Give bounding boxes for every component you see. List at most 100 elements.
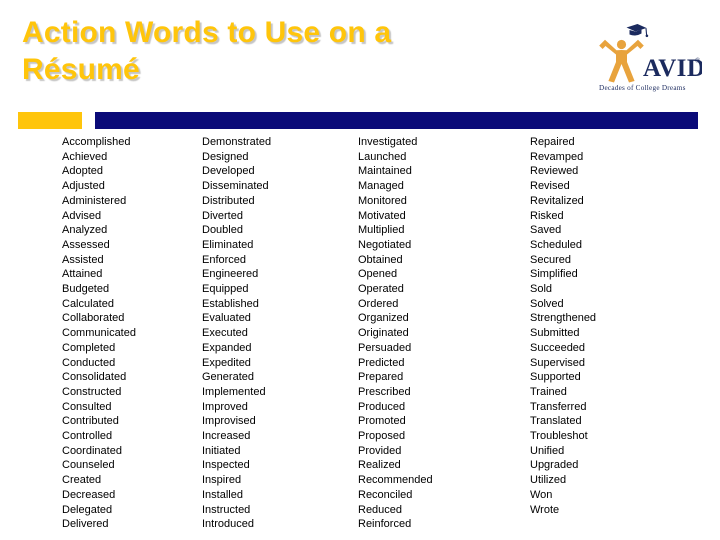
registered-mark: ®	[695, 57, 701, 65]
action-word: Scheduled	[530, 238, 582, 251]
action-word: Expanded	[202, 341, 252, 354]
action-word: Collaborated	[62, 312, 125, 325]
action-word: Engineered	[202, 268, 259, 281]
action-word: Delegated	[62, 503, 113, 516]
accent-bar-navy	[95, 112, 698, 129]
action-word: Advised	[62, 209, 102, 222]
word-column-2: Demonstrated Designed Developed Disseminate…	[202, 135, 358, 532]
action-word: Eliminated	[202, 238, 254, 251]
action-word: Doubled	[202, 224, 243, 237]
action-word: Expedited	[202, 356, 251, 369]
action-word: Inspected	[202, 459, 250, 472]
action-word: Recommended	[358, 474, 433, 487]
action-word: Demonstrated	[202, 136, 272, 148]
action-word: Consulted	[62, 400, 112, 413]
action-word: Instructed	[202, 503, 251, 516]
action-word: Introduced	[202, 518, 254, 531]
word-column-3: Investigated Launched Maintained Managed Mon…	[358, 135, 530, 532]
action-word: Realized	[358, 459, 401, 472]
action-word: Disseminated	[202, 180, 269, 193]
graduation-cap-icon	[626, 24, 649, 38]
person-figure-icon	[599, 39, 644, 83]
action-word: Delivered	[62, 518, 109, 531]
action-word: Analyzed	[62, 224, 108, 237]
action-word: Predicted	[358, 356, 405, 369]
action-word: Managed	[358, 180, 404, 193]
action-word: Organized	[358, 312, 409, 325]
action-word: Submitted	[530, 327, 580, 340]
action-word: Wrote	[530, 503, 560, 516]
action-word: Troubleshot	[530, 430, 588, 443]
action-word: Produced	[358, 400, 406, 413]
action-word: Coordinated	[62, 444, 122, 457]
action-word: Ordered	[358, 297, 399, 310]
action-word: Motivated	[358, 209, 406, 222]
action-word: Evaluated	[202, 312, 251, 325]
action-word: Supervised	[530, 356, 586, 369]
avid-logo: AVID ® Decades of College Dreams	[596, 20, 702, 96]
action-word: Revitalized	[530, 194, 584, 207]
action-word: Revamped	[530, 150, 584, 163]
action-word: Constructed	[62, 385, 122, 398]
action-word: Executed	[202, 327, 248, 340]
action-word: Initiated	[202, 444, 241, 457]
action-word: Developed	[202, 165, 255, 178]
action-word: Designed	[202, 150, 249, 163]
action-word: Revised	[530, 180, 570, 193]
action-word: Secured	[530, 253, 571, 266]
action-word: Reviewed	[530, 165, 579, 178]
word-column-4: Repaired Revamped Reviewed Revised Revitaliz…	[530, 135, 700, 517]
action-word: Improved	[202, 400, 248, 413]
action-word: Prescribed	[358, 385, 411, 398]
action-word: Contributed	[62, 415, 119, 428]
action-word: Installed	[202, 488, 243, 501]
action-word: Communicated	[62, 327, 136, 340]
action-word: Attained	[62, 268, 103, 281]
accent-bar-gold	[18, 112, 82, 129]
action-word: Enforced	[202, 253, 247, 266]
action-word: Counseled	[62, 459, 115, 472]
action-word: Generated	[202, 371, 254, 384]
action-word: Assessed	[62, 238, 110, 251]
action-word: Launched	[358, 150, 407, 163]
action-word: Succeeded	[530, 341, 586, 354]
slide-canvas: Action Words to Use on a Résumé AVID ® D…	[0, 0, 720, 540]
action-word: Assisted	[62, 253, 104, 266]
action-word: Completed	[62, 341, 116, 354]
action-word: Trained	[530, 385, 567, 398]
action-word: Repaired	[530, 136, 575, 148]
avid-tagline: Decades of College Dreams	[599, 84, 686, 92]
action-word: Maintained	[358, 165, 412, 178]
action-word: Multiplied	[358, 224, 405, 237]
action-word: Reduced	[358, 503, 403, 516]
action-word: Budgeted	[62, 283, 110, 296]
action-word: Calculated	[62, 297, 114, 310]
action-word: Inspired	[202, 474, 242, 487]
action-word: Consolidated	[62, 371, 127, 384]
action-word: Simplified	[530, 268, 578, 281]
action-word: Reinforced	[358, 518, 412, 531]
action-word: Controlled	[62, 430, 113, 443]
page-title: Action Words to Use on a Résumé	[22, 14, 542, 88]
action-word: Established	[202, 297, 259, 310]
action-word: Distributed	[202, 194, 255, 207]
action-word: Reconciled	[358, 488, 413, 501]
title-line-2: Résumé	[22, 53, 140, 86]
action-word: Opened	[358, 268, 398, 281]
action-word: Originated	[358, 327, 409, 340]
action-word: Negotiated	[358, 238, 412, 251]
action-word: Provided	[358, 444, 402, 457]
action-word: Risked	[530, 209, 564, 222]
action-word: Conducted	[62, 356, 116, 369]
action-word: Unified	[530, 444, 565, 457]
action-word: Strengthened	[530, 312, 597, 325]
action-word: Investigated	[358, 136, 418, 148]
action-word: Adopted	[62, 165, 103, 178]
action-word: Operated	[358, 283, 404, 296]
avid-wordmark: AVID	[643, 55, 702, 82]
action-word: Administered	[62, 194, 127, 207]
action-word: Promoted	[358, 415, 406, 428]
action-word: Supported	[530, 371, 581, 384]
action-word: Proposed	[358, 430, 406, 443]
action-word: Utilized	[530, 474, 567, 487]
